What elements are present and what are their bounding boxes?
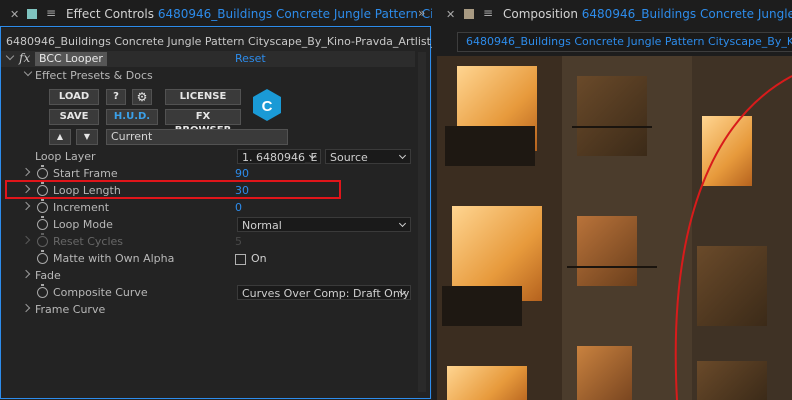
loop-layer-select[interactable]: 1. 6480946_E — [237, 149, 321, 164]
param-fade: Fade — [0, 268, 418, 285]
matte-label: Matte with Own Alpha — [53, 252, 175, 265]
tab-label: Effect Controls — [66, 7, 154, 21]
loop-layer-label: Loop Layer — [35, 150, 96, 163]
panel-menu-icon[interactable]: ≡ — [483, 6, 493, 20]
composite-curve-label: Composite Curve — [53, 286, 148, 299]
save-button[interactable]: SAVE — [49, 109, 99, 125]
frame-curve-label: Frame Curve — [35, 303, 106, 316]
reset-link[interactable]: Reset — [235, 52, 266, 65]
tab-path: 6480946_Buildings Concrete Jungle Patter… — [581, 7, 792, 21]
composite-curve-value: Curves Over Comp: Draft Only — [242, 287, 410, 300]
load-button[interactable]: LOAD — [49, 89, 99, 105]
param-composite-curve: Composite Curve Curves Over Comp: Draft … — [0, 284, 418, 302]
chevron-right-icon[interactable] — [21, 184, 31, 194]
scrollbar[interactable] — [418, 52, 426, 392]
param-loop-layer: Loop Layer 1. 6480946_E Source — [0, 149, 418, 166]
chevron-right-icon[interactable] — [21, 269, 31, 279]
chevron-down-icon[interactable] — [5, 51, 15, 61]
stopwatch-icon[interactable] — [37, 250, 48, 264]
chevron-right-icon[interactable] — [21, 201, 31, 211]
layer-path: 6480946_Buildings Concrete Jungle Patter… — [6, 35, 432, 48]
bcc-logo-letter: C — [262, 98, 273, 115]
matte-value: On — [251, 252, 267, 265]
loop-layer-value: 1. 6480946_E — [242, 151, 318, 164]
panel-color-swatch-icon — [27, 9, 37, 19]
presets-row[interactable]: Effect Presets & Docs — [0, 67, 418, 85]
matte-checkbox[interactable] — [235, 254, 246, 265]
loop-length-label: Loop Length — [53, 184, 121, 197]
param-matte: Matte with Own Alpha On — [0, 250, 418, 268]
stopwatch-icon[interactable] — [37, 182, 48, 196]
preset-current-text: Current — [111, 130, 153, 143]
settings-gear-icon[interactable]: ⚙ — [132, 89, 152, 105]
comp-subtab-label: 6480946_Buildings Concrete Jungle Patter… — [466, 35, 792, 48]
mask-path-curve[interactable] — [437, 56, 792, 400]
increment-value[interactable]: 0 — [235, 201, 242, 214]
preset-current-field[interactable]: Current — [106, 129, 288, 145]
fx-icon[interactable]: fx — [19, 51, 30, 65]
license-button[interactable]: LICENSE — [165, 89, 241, 105]
hud-button[interactable]: H.U.D. — [106, 109, 158, 125]
preset-down-button[interactable]: ▼ — [76, 129, 98, 145]
param-start-frame: Start Frame 90 — [0, 165, 418, 183]
fade-label: Fade — [35, 269, 61, 282]
reset-cycles-label: Reset Cycles — [53, 235, 124, 248]
close-tab-icon[interactable]: ✕ — [10, 8, 19, 21]
loop-length-value[interactable]: 30 — [235, 184, 249, 197]
presets-label: Effect Presets & Docs — [35, 69, 153, 82]
increment-label: Increment — [53, 201, 110, 214]
composition-tabbar: ✕ ≡ Composition 6480946_Buildings Concre… — [437, 0, 792, 30]
effect-header-row[interactable]: fx BCC Looper Reset — [1, 51, 415, 67]
stopwatch-icon[interactable] — [37, 165, 48, 179]
fx-browser-button[interactable]: FX BROWSER — [165, 109, 241, 136]
stopwatch-icon[interactable] — [37, 199, 48, 213]
preset-up-button[interactable]: ▲ — [49, 129, 71, 145]
chevron-down-icon — [398, 151, 407, 160]
loop-mode-select[interactable]: Normal — [237, 217, 411, 232]
tab-label: Composition — [503, 7, 578, 21]
loop-layer-source-select[interactable]: Source — [325, 149, 411, 164]
stopwatch-icon[interactable] — [37, 216, 48, 230]
loop-mode-value: Normal — [242, 219, 282, 232]
comp-subtab[interactable]: 6480946_Buildings Concrete Jungle Patter… — [457, 32, 792, 52]
close-tab-icon[interactable]: ✕ — [446, 8, 455, 21]
panel-color-swatch-icon — [464, 9, 474, 19]
tab-path: 6480946_Buildings Concrete Jungle Patter… — [157, 7, 432, 21]
bcc-logo-icon[interactable]: C — [251, 88, 283, 122]
param-reset-cycles: Reset Cycles 5 — [0, 233, 418, 251]
effect-name: BCC Looper — [35, 52, 107, 66]
stopwatch-icon — [37, 233, 48, 247]
panel-overflow-icon[interactable]: » — [418, 6, 425, 20]
chevron-down-icon[interactable] — [23, 67, 33, 77]
effect-controls-tabbar: ✕ ≡ Effect Controls 6480946_Buildings Co… — [0, 0, 432, 28]
param-increment: Increment 0 — [0, 199, 418, 217]
composition-viewer[interactable] — [437, 56, 792, 400]
panel-menu-icon[interactable]: ≡ — [46, 6, 56, 20]
stopwatch-icon[interactable] — [37, 284, 48, 298]
param-loop-mode: Loop Mode Normal — [0, 216, 418, 234]
start-frame-label: Start Frame — [53, 167, 118, 180]
param-frame-curve: Frame Curve — [0, 302, 418, 319]
chevron-right-icon — [21, 235, 31, 245]
loop-mode-label: Loop Mode — [53, 218, 113, 231]
chevron-down-icon — [398, 219, 407, 228]
chevron-right-icon[interactable] — [21, 303, 31, 313]
loop-layer-source-value: Source — [330, 151, 368, 164]
effect-controls-panel: ✕ ≡ Effect Controls 6480946_Buildings Co… — [0, 0, 432, 400]
composition-tab[interactable]: Composition 6480946_Buildings Concrete J… — [503, 7, 792, 21]
param-loop-length: Loop Length 30 — [0, 182, 418, 200]
composition-panel: ✕ ≡ Composition 6480946_Buildings Concre… — [437, 0, 792, 400]
reset-cycles-value: 5 — [235, 235, 242, 248]
composite-curve-select[interactable]: Curves Over Comp: Draft Only — [237, 285, 411, 300]
help-button[interactable]: ? — [106, 89, 126, 105]
chevron-right-icon[interactable] — [21, 167, 31, 177]
effect-controls-tab[interactable]: Effect Controls 6480946_Buildings Concre… — [66, 7, 432, 21]
start-frame-value[interactable]: 90 — [235, 167, 249, 180]
